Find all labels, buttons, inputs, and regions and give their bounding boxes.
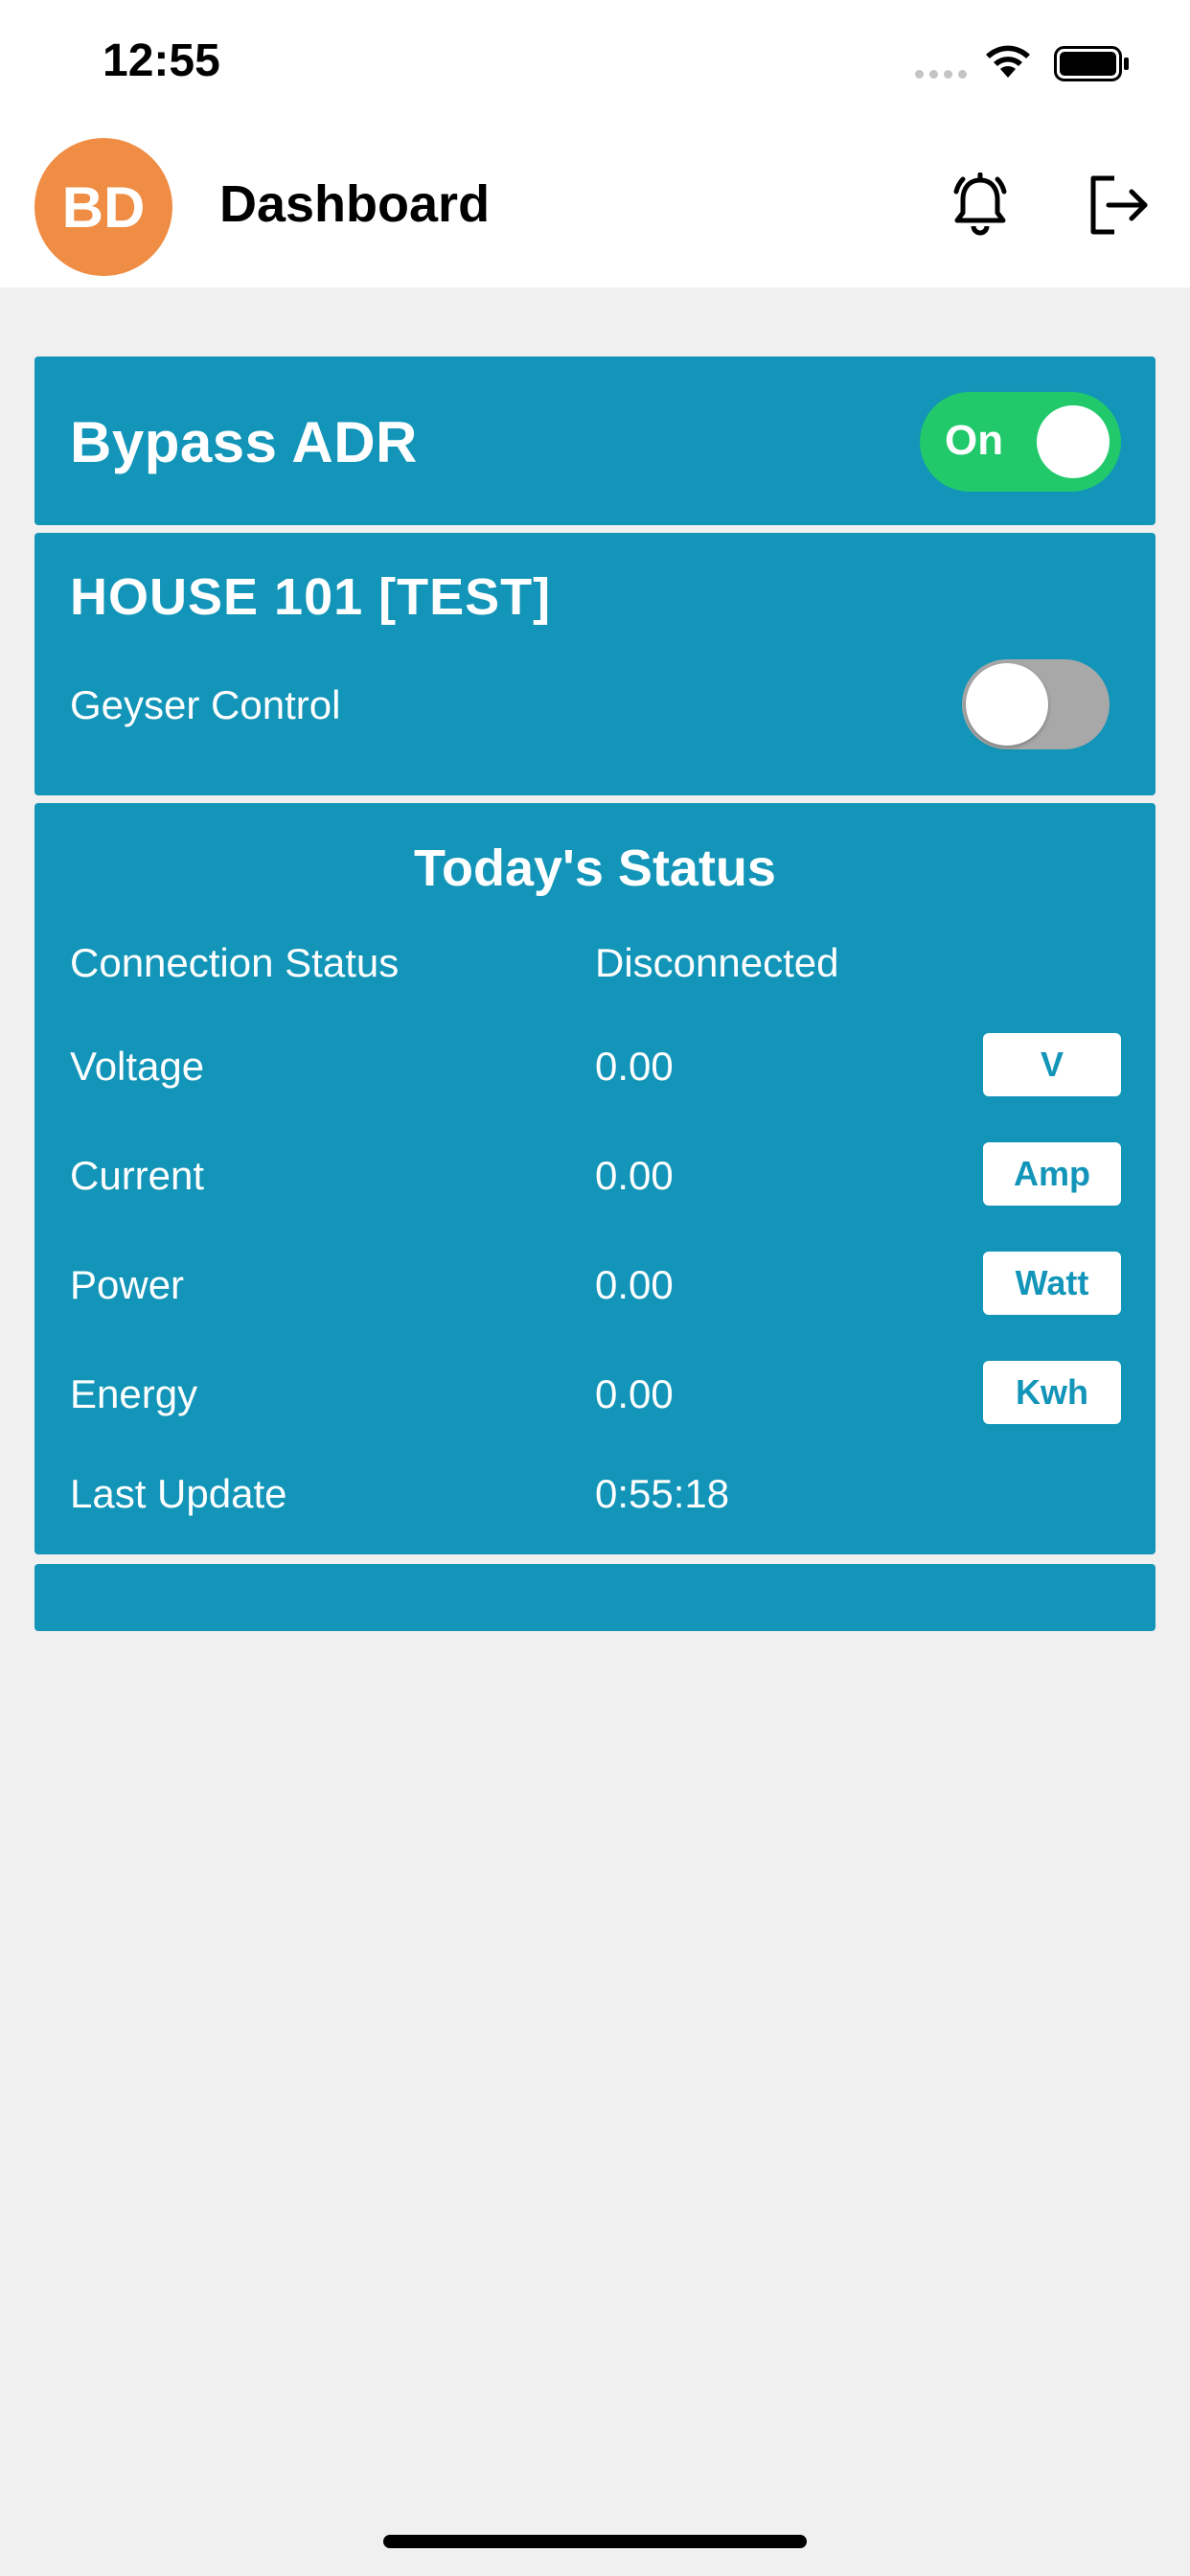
row-label: Connection Status <box>70 940 400 985</box>
row-label: Power <box>70 1262 185 1307</box>
unit-button-v[interactable]: V <box>983 1033 1121 1096</box>
bypass-adr-card: Bypass ADR On <box>34 356 1156 525</box>
toggle-on-label: On <box>945 417 1004 464</box>
home-indicator[interactable] <box>383 2535 807 2548</box>
page-title: Dashboard <box>219 175 491 233</box>
status-row-power: Power 0.00 Watt <box>34 1252 1156 1319</box>
empty-card <box>34 1564 1156 1631</box>
toggle-knob <box>966 663 1048 746</box>
row-label: Voltage <box>70 1044 205 1089</box>
unit-button-amp[interactable]: Amp <box>983 1142 1121 1206</box>
row-label: Current <box>70 1153 205 1198</box>
row-value: 0.00 <box>595 1371 674 1416</box>
unit-button-watt[interactable]: Watt <box>983 1252 1121 1315</box>
status-row-current: Current 0.00 Amp <box>34 1142 1156 1209</box>
logout-icon[interactable] <box>1087 174 1151 241</box>
bell-icon[interactable] <box>949 172 1012 244</box>
status-time: 12:55 <box>103 35 220 86</box>
avatar[interactable]: BD <box>34 138 172 276</box>
todays-status-card: Today's Status Connection Status Disconn… <box>34 803 1156 1554</box>
battery-icon <box>1054 46 1131 87</box>
row-value: 0:55:18 <box>595 1471 730 1516</box>
house-card: HOUSE 101 [TEST] Geyser Control <box>34 533 1156 795</box>
row-value: 0.00 <box>595 1262 674 1307</box>
status-row-voltage: Voltage 0.00 V <box>34 1033 1156 1100</box>
status-row-energy: Energy 0.00 Kwh <box>34 1361 1156 1428</box>
status-row-last-update: Last Update 0:55:18 <box>34 1460 1156 1528</box>
unit-button-kwh[interactable]: Kwh <box>983 1361 1121 1424</box>
row-label: Last Update <box>70 1471 287 1516</box>
status-row-connection: Connection Status Disconnected <box>34 930 1156 997</box>
bypass-adr-toggle[interactable]: On <box>920 392 1121 492</box>
geyser-control-toggle[interactable] <box>962 659 1110 749</box>
status-title: Today's Status <box>414 840 776 897</box>
house-title: HOUSE 101 [TEST] <box>70 568 552 626</box>
row-value: Disconnected <box>595 940 839 985</box>
status-bar: 12:55 <box>0 0 1190 125</box>
row-value: 0.00 <box>595 1153 674 1198</box>
app-header: BD Dashboard <box>0 125 1190 288</box>
bypass-adr-title: Bypass ADR <box>70 410 418 474</box>
row-value: 0.00 <box>595 1044 674 1089</box>
row-label: Energy <box>70 1371 198 1416</box>
signal-icon <box>915 70 967 79</box>
geyser-control-label: Geyser Control <box>70 682 341 727</box>
wifi-icon <box>984 43 1032 84</box>
toggle-knob <box>1037 405 1110 478</box>
